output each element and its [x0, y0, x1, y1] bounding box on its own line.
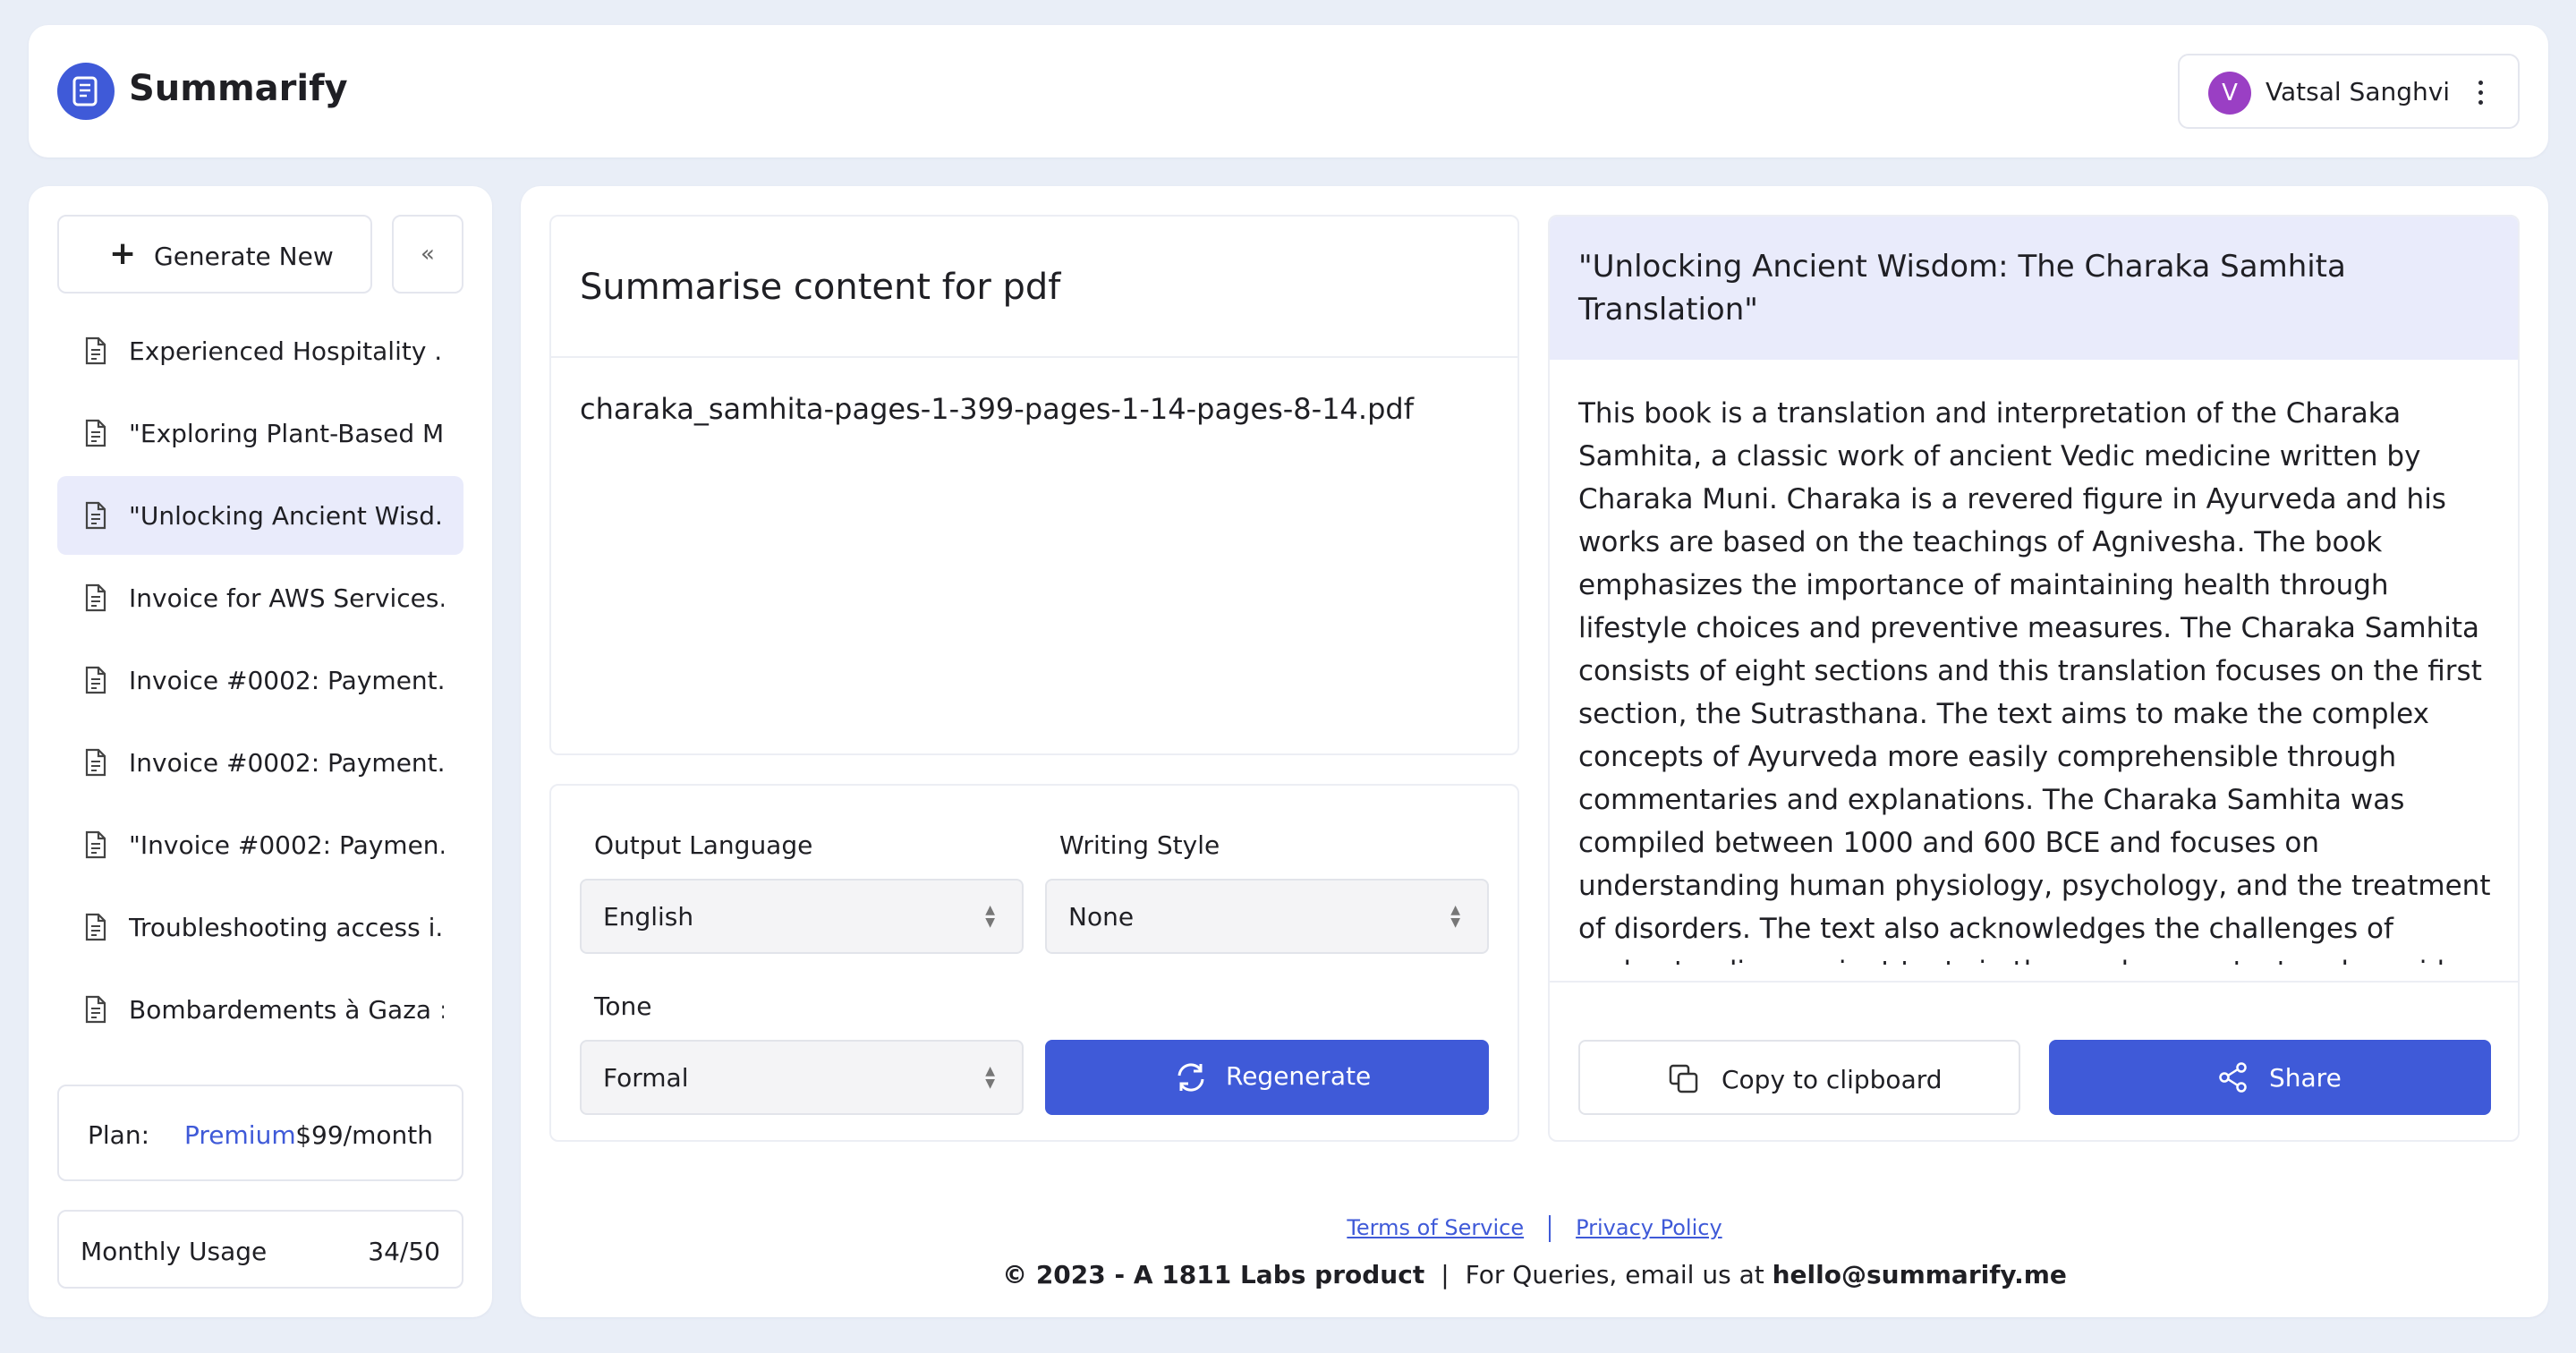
- document-icon: [85, 666, 106, 694]
- copy-icon: [1669, 1064, 1698, 1093]
- document-icon: [85, 748, 106, 777]
- user-menu[interactable]: V Vatsal Sanghvi: [2178, 54, 2520, 129]
- divider: [551, 356, 1518, 358]
- divider: [1549, 1215, 1552, 1242]
- document-icon: [85, 995, 106, 1024]
- document-icon: [85, 336, 106, 365]
- chevron-up-down-icon: ▲ ▼: [1450, 903, 1460, 930]
- sidebar-history-label: Bombardements à Gaza :...: [129, 995, 444, 1025]
- generate-new-label: Generate New: [154, 242, 334, 271]
- usage-value: 34/50: [368, 1237, 440, 1266]
- share-label: Share: [2269, 1063, 2342, 1093]
- tone-select[interactable]: Formal ▲ ▼: [580, 1040, 1024, 1115]
- sidebar-history-label: "Invoice #0002: Paymen...: [129, 830, 444, 860]
- sidebar-history-label: Invoice #0002: Payment...: [129, 748, 444, 778]
- refresh-icon: [1177, 1063, 1204, 1092]
- usage-label: Monthly Usage: [81, 1237, 268, 1266]
- sidebar-history-item[interactable]: "Unlocking Ancient Wisd...: [57, 476, 463, 555]
- document-icon: [85, 913, 106, 941]
- sidebar-history-label: Invoice for AWS Services...: [129, 583, 444, 613]
- copy-to-clipboard-button[interactable]: Copy to clipboard: [1578, 1040, 2020, 1115]
- sidebar-history-label: "Exploring Plant-Based M...: [129, 419, 444, 448]
- summary-output-panel: "Unlocking Ancient Wisdom: The Charaka S…: [1548, 215, 2520, 1142]
- history-list: Experienced Hospitality ... "Exploring Pl…: [57, 311, 463, 1052]
- plan-label: Plan:: [88, 1120, 150, 1150]
- tone-value: Formal: [603, 1063, 689, 1093]
- document-icon: [85, 419, 106, 447]
- regenerate-label: Regenerate: [1226, 1061, 1372, 1091]
- plus-icon: +: [109, 235, 137, 272]
- monthly-usage: Monthly Usage 34/50: [57, 1210, 463, 1289]
- divider: |: [1441, 1260, 1450, 1289]
- queries-text: For Queries, email us at: [1465, 1260, 1764, 1289]
- user-name: Vatsal Sanghvi: [2266, 77, 2451, 106]
- sidebar-history-label: Invoice #0002: Payment...: [129, 666, 444, 695]
- writing-style-label: Writing Style: [1059, 830, 1220, 860]
- footer-info: © 2023 - A 1811 Labs product | For Queries…: [521, 1260, 2548, 1289]
- sidebar-history-item[interactable]: Troubleshooting access i...: [57, 888, 463, 966]
- pdf-filename: charaka_samhita-pages-1-399-pages-1-14-p…: [580, 392, 1414, 426]
- document-icon: [85, 583, 106, 612]
- regenerate-button[interactable]: Regenerate: [1045, 1040, 1489, 1115]
- terms-link[interactable]: Terms of Service: [1347, 1215, 1524, 1240]
- document-icon: [85, 501, 106, 530]
- copy-label: Copy to clipboard: [1722, 1065, 1943, 1094]
- sidebar-history-label: Troubleshooting access i...: [129, 913, 444, 942]
- privacy-link[interactable]: Privacy Policy: [1576, 1215, 1722, 1240]
- chevron-up-down-icon: ▲ ▼: [985, 1064, 995, 1091]
- output-language-select[interactable]: English ▲ ▼: [580, 879, 1024, 954]
- input-panel: Summarise content for pdf charaka_samhit…: [549, 215, 1519, 755]
- sidebar-history-label: Experienced Hospitality ...: [129, 336, 444, 366]
- sidebar: + Generate New « Experienced Hospitality…: [29, 186, 492, 1317]
- sidebar-history-item[interactable]: "Exploring Plant-Based M...: [57, 394, 463, 472]
- chevron-up-down-icon: ▲ ▼: [985, 903, 995, 930]
- summary-header: "Unlocking Ancient Wisdom: The Charaka S…: [1550, 217, 2518, 360]
- sidebar-history-item[interactable]: Invoice #0002: Payment...: [57, 723, 463, 802]
- collapse-sidebar-button[interactable]: «: [392, 215, 463, 294]
- avatar: V: [2208, 72, 2251, 115]
- summary-text[interactable]: This book is a translation and interpret…: [1578, 392, 2493, 965]
- output-language-value: English: [603, 902, 694, 932]
- tone-label: Tone: [594, 991, 652, 1021]
- share-button[interactable]: Share: [2049, 1040, 2491, 1115]
- more-options-icon[interactable]: [2478, 81, 2484, 106]
- sidebar-history-item[interactable]: Experienced Hospitality ...: [57, 311, 463, 390]
- share-icon: [2219, 1062, 2247, 1093]
- top-header: Summarify V Vatsal Sanghvi: [29, 25, 2548, 157]
- summary-title: "Unlocking Ancient Wisdom: The Charaka S…: [1578, 249, 2346, 328]
- sidebar-history-item[interactable]: "Invoice #0002: Paymen...: [57, 805, 463, 884]
- document-icon: [85, 830, 106, 859]
- writing-style-select[interactable]: None ▲ ▼: [1045, 879, 1489, 954]
- divider: [1550, 981, 2518, 983]
- main-content: Summarise content for pdf charaka_samhit…: [521, 186, 2548, 1317]
- copyright-text: © 2023 - A 1811 Labs product: [1002, 1260, 1425, 1289]
- app-title: Summarify: [129, 68, 348, 109]
- options-panel: Output Language English ▲ ▼ Writing Style…: [549, 784, 1519, 1142]
- generate-new-button[interactable]: + Generate New: [57, 215, 372, 294]
- sidebar-history-item[interactable]: Invoice #0002: Payment...: [57, 641, 463, 719]
- sidebar-history-item[interactable]: Invoice for AWS Services...: [57, 558, 463, 637]
- writing-style-value: None: [1068, 902, 1135, 932]
- output-language-label: Output Language: [594, 830, 813, 860]
- plan-info: Plan: Premium $99/month: [57, 1085, 463, 1181]
- plan-price: $99/month: [295, 1120, 433, 1150]
- input-panel-title: Summarise content for pdf: [580, 267, 1061, 308]
- plan-name[interactable]: Premium: [184, 1120, 296, 1150]
- footer-links: Terms of Service Privacy Policy: [521, 1215, 2548, 1242]
- sidebar-history-item[interactable]: Bombardements à Gaza :...: [57, 970, 463, 1049]
- sidebar-history-label: "Unlocking Ancient Wisd...: [129, 501, 444, 531]
- app-logo-icon: [57, 63, 115, 120]
- contact-email[interactable]: hello@summarify.me: [1773, 1260, 2067, 1289]
